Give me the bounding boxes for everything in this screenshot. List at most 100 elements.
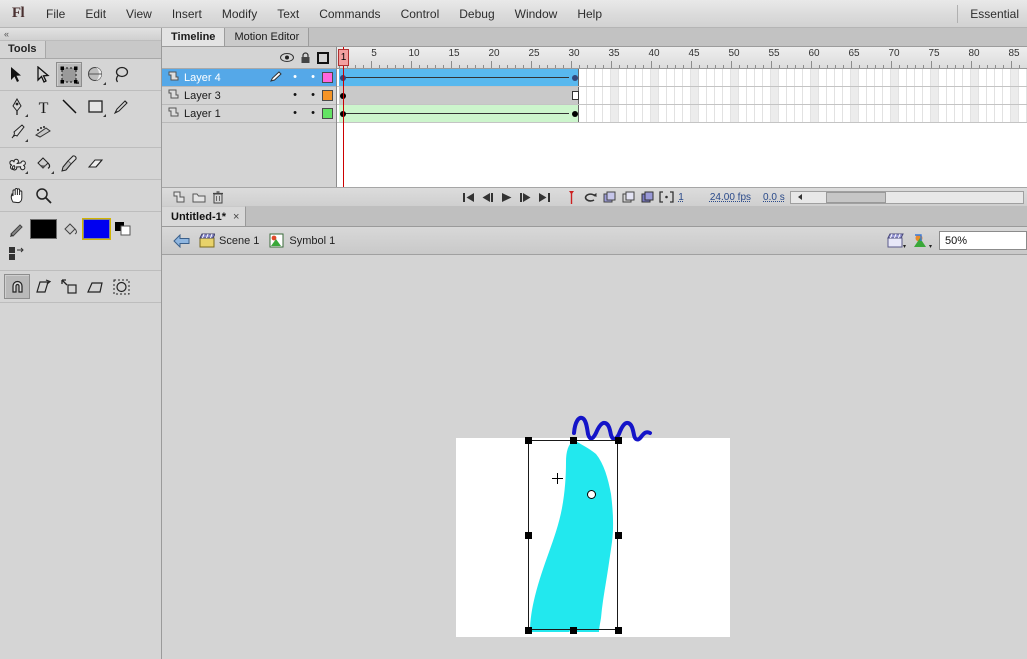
frame-cell[interactable] xyxy=(699,69,707,86)
frame-cell[interactable] xyxy=(771,105,779,122)
frame-cell[interactable] xyxy=(979,105,987,122)
frame-cell[interactable] xyxy=(627,69,635,86)
frame-cell[interactable] xyxy=(699,87,707,104)
frame-cell[interactable] xyxy=(787,87,795,104)
layer-row[interactable]: Layer 1 • • xyxy=(162,105,336,123)
frame-cell[interactable] xyxy=(851,87,859,104)
pencil-tool[interactable] xyxy=(108,94,134,119)
free-transform-tool[interactable] xyxy=(56,62,82,87)
menu-file[interactable]: File xyxy=(36,0,75,28)
frame-cell[interactable] xyxy=(931,87,939,104)
frame-cell[interactable] xyxy=(843,69,851,86)
menu-control[interactable]: Control xyxy=(391,0,450,28)
frame-cell[interactable] xyxy=(643,105,651,122)
tab-timeline[interactable]: Timeline xyxy=(162,28,226,46)
go-to-last-frame-button[interactable] xyxy=(535,188,554,206)
menu-insert[interactable]: Insert xyxy=(162,0,212,28)
frame-cell[interactable] xyxy=(987,69,995,86)
loop-playback-button[interactable] xyxy=(581,188,600,206)
bone-tool[interactable] xyxy=(4,151,30,176)
handle-top-left[interactable] xyxy=(525,437,532,444)
menu-window[interactable]: Window xyxy=(505,0,568,28)
frame-cell[interactable] xyxy=(971,69,979,86)
menu-view[interactable]: View xyxy=(116,0,162,28)
lasso-tool[interactable] xyxy=(108,62,134,87)
frame-cell[interactable] xyxy=(739,87,747,104)
menu-text[interactable]: Text xyxy=(267,0,309,28)
frame-cell[interactable] xyxy=(835,105,843,122)
frame-cell[interactable] xyxy=(595,105,603,122)
frame-cell[interactable] xyxy=(811,69,819,86)
frame-cell[interactable] xyxy=(723,87,731,104)
frame-cell[interactable] xyxy=(627,87,635,104)
step-back-one-frame-button[interactable] xyxy=(478,188,497,206)
frame-cell[interactable] xyxy=(963,105,971,122)
frame-cell[interactable] xyxy=(859,87,867,104)
frame-cell[interactable] xyxy=(675,69,683,86)
frame-cell[interactable] xyxy=(923,105,931,122)
frame-cell[interactable] xyxy=(723,69,731,86)
frame-cell[interactable] xyxy=(627,105,635,122)
frame-cell[interactable] xyxy=(795,87,803,104)
handle-middle-right[interactable] xyxy=(615,532,622,539)
frame-cell[interactable] xyxy=(755,69,763,86)
frame-cell[interactable] xyxy=(891,87,899,104)
workspace-switcher[interactable]: Essential xyxy=(962,0,1027,28)
frame-cell[interactable] xyxy=(779,69,787,86)
menu-modify[interactable]: Modify xyxy=(212,0,267,28)
frame-cell[interactable] xyxy=(987,105,995,122)
eraser-tool[interactable] xyxy=(82,151,108,176)
layer-visibility-toggle[interactable]: • xyxy=(286,108,304,119)
frame-cell[interactable] xyxy=(683,69,691,86)
frame-cell[interactable] xyxy=(827,105,835,122)
deco-tool[interactable] xyxy=(30,119,56,144)
frame-cell[interactable] xyxy=(867,69,875,86)
layer-visibility-toggle[interactable]: • xyxy=(286,90,304,101)
frame-cell[interactable] xyxy=(939,105,947,122)
keyframe-end[interactable] xyxy=(572,111,578,117)
frame-cell[interactable] xyxy=(587,69,595,86)
step-forward-one-frame-button[interactable] xyxy=(516,188,535,206)
frame-cell[interactable] xyxy=(707,105,715,122)
breadcrumb-symbol[interactable]: Symbol 1 xyxy=(269,233,335,249)
modify-onion-markers-button[interactable] xyxy=(657,188,676,206)
frame-cell[interactable] xyxy=(883,87,891,104)
go-to-first-frame-button[interactable] xyxy=(459,188,478,206)
frame-cell[interactable] xyxy=(675,87,683,104)
frame-cell[interactable] xyxy=(963,87,971,104)
swap-colors-button[interactable] xyxy=(4,241,30,266)
frame-cell[interactable] xyxy=(587,87,595,104)
eye-icon[interactable] xyxy=(278,49,296,67)
hand-tool[interactable] xyxy=(4,183,30,208)
handle-bottom-right[interactable] xyxy=(615,627,622,634)
frame-cell[interactable] xyxy=(635,105,643,122)
snap-to-objects-option[interactable] xyxy=(4,274,30,299)
frame-cell[interactable] xyxy=(795,105,803,122)
frame-cell[interactable] xyxy=(899,69,907,86)
tab-tools[interactable]: Tools xyxy=(0,41,46,58)
frame-cell[interactable] xyxy=(851,105,859,122)
frame-cell[interactable] xyxy=(723,105,731,122)
frame-cell[interactable] xyxy=(923,87,931,104)
frame-cell[interactable] xyxy=(635,69,643,86)
frame-cell[interactable] xyxy=(1003,69,1011,86)
frame-cell[interactable] xyxy=(763,105,771,122)
frame-cell[interactable] xyxy=(827,87,835,104)
frame-cell[interactable] xyxy=(595,87,603,104)
menu-edit[interactable]: Edit xyxy=(75,0,116,28)
envelope-option[interactable] xyxy=(108,274,134,299)
frame-cell[interactable] xyxy=(651,87,659,104)
frame-cell[interactable] xyxy=(659,105,667,122)
frame-cell[interactable] xyxy=(931,69,939,86)
frame-cell[interactable] xyxy=(1011,87,1019,104)
frame-cell[interactable] xyxy=(819,105,827,122)
frame-cell[interactable] xyxy=(603,105,611,122)
frame-cell[interactable] xyxy=(875,69,883,86)
frame-cell[interactable] xyxy=(859,105,867,122)
center-frame-button[interactable] xyxy=(562,188,581,206)
frame-cell[interactable] xyxy=(947,87,955,104)
stroke-color-swatch[interactable] xyxy=(30,218,57,239)
frame-cell[interactable] xyxy=(611,87,619,104)
frame-cell[interactable] xyxy=(747,87,755,104)
gradient-transform-tool[interactable] xyxy=(82,62,108,87)
